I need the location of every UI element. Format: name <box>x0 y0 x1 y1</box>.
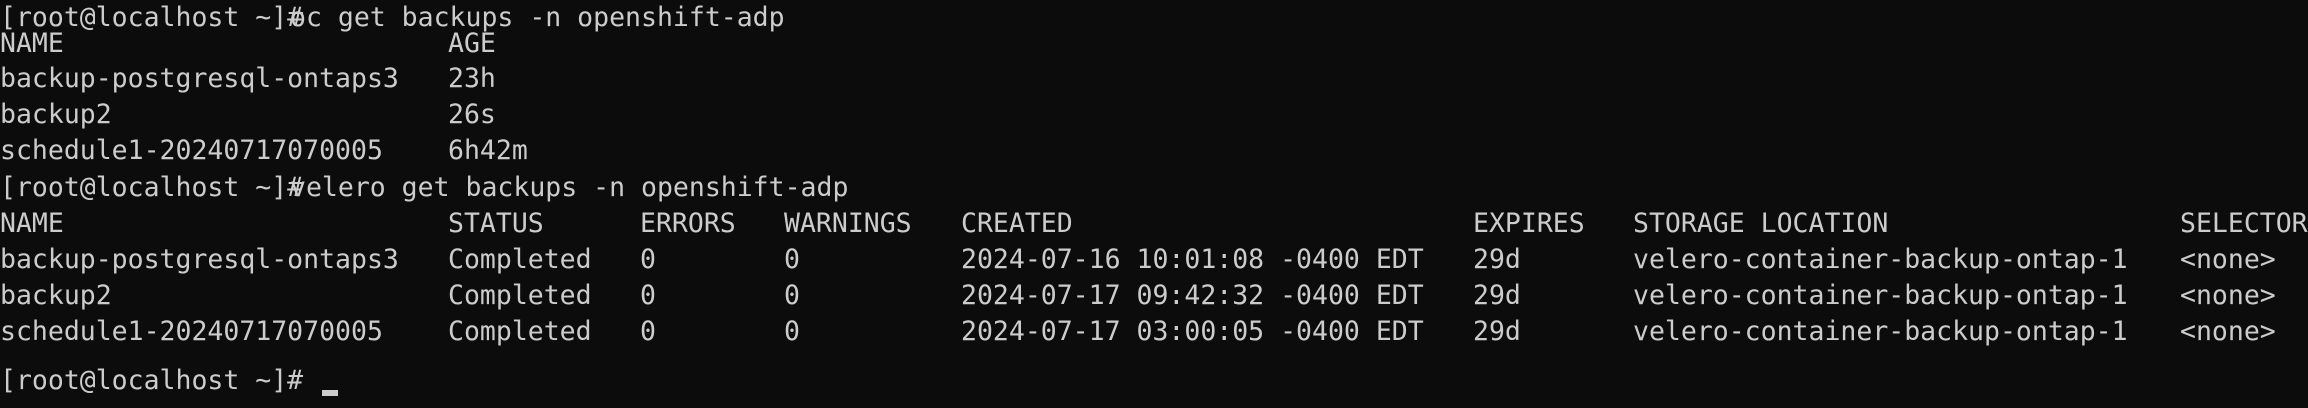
table-header-row: NAME STATUS ERRORS WARNINGS CREATED EXPI… <box>0 206 2308 242</box>
backup-age: 26s <box>448 99 496 130</box>
command-text: velero get backups -n openshift-adp <box>290 172 849 203</box>
backup-expires: 29d <box>1473 316 1521 347</box>
command-line[interactable]: [root@localhost ~]# <box>0 363 338 399</box>
terminal-window[interactable]: [root@localhost ~]# oc get backups -n op… <box>0 0 2308 408</box>
backup-selector: <none> <box>2180 280 2276 311</box>
backup-created: 2024-07-17 09:42:32 -0400 EDT <box>961 280 1424 311</box>
backup-storage-location: velero-container-backup-ontap-1 <box>1633 280 2128 311</box>
table-row: backup2 Completed 0 0 2024-07-17 09:42:3… <box>0 278 2276 314</box>
table-header-row: NAME AGE <box>0 26 496 62</box>
backup-age: 6h42m <box>448 135 528 166</box>
shell-prompt: [root@localhost ~]# <box>0 172 304 203</box>
backup-created: 2024-07-16 10:01:08 -0400 EDT <box>961 244 1424 275</box>
table-row: backup2 26s <box>0 97 496 133</box>
backup-name: schedule1-20240717070005 <box>0 135 383 166</box>
table-row: backup-postgresql-ontaps3 23h <box>0 61 496 97</box>
backup-errors: 0 <box>640 316 656 347</box>
shell-prompt: [root@localhost ~]# <box>0 365 304 396</box>
backup-name: backup-postgresql-ontaps3 <box>0 63 399 94</box>
backup-expires: 29d <box>1473 244 1521 275</box>
command-line: [root@localhost ~]# velero get backups -… <box>0 170 848 206</box>
backup-created: 2024-07-17 03:00:05 -0400 EDT <box>961 316 1424 347</box>
backup-name: backup-postgresql-ontaps3 <box>0 244 399 275</box>
backup-status: Completed <box>448 316 592 347</box>
backup-warnings: 0 <box>784 244 800 275</box>
backup-status: Completed <box>448 244 592 275</box>
backup-expires: 29d <box>1473 280 1521 311</box>
backup-errors: 0 <box>640 244 656 275</box>
backup-name: schedule1-20240717070005 <box>0 316 383 347</box>
table-row: schedule1-20240717070005 6h42m <box>0 133 528 169</box>
table-row: backup-postgresql-ontaps3 Completed 0 0 … <box>0 242 2276 278</box>
backup-warnings: 0 <box>784 280 800 311</box>
backup-name: backup2 <box>0 99 112 130</box>
column-header-errors: ERRORS <box>640 208 736 239</box>
column-header-warnings: WARNINGS <box>784 208 912 239</box>
column-header-name: NAME <box>0 28 64 59</box>
backup-errors: 0 <box>640 280 656 311</box>
backup-age: 23h <box>448 63 496 94</box>
column-header-name: NAME <box>0 208 64 239</box>
table-row: schedule1-20240717070005 Completed 0 0 2… <box>0 314 2276 350</box>
backup-selector: <none> <box>2180 316 2276 347</box>
column-header-age: AGE <box>448 28 496 59</box>
column-header-expires: EXPIRES <box>1473 208 1585 239</box>
backup-storage-location: velero-container-backup-ontap-1 <box>1633 316 2128 347</box>
column-header-storage-location: STORAGE LOCATION <box>1633 208 1889 239</box>
column-header-status: STATUS <box>448 208 544 239</box>
backup-warnings: 0 <box>784 316 800 347</box>
column-header-selector: SELECTOR <box>2180 208 2308 239</box>
command-text: oc get backups -n openshift-adp <box>290 2 785 33</box>
backup-name: backup2 <box>0 280 112 311</box>
backup-selector: <none> <box>2180 244 2276 275</box>
backup-status: Completed <box>448 280 592 311</box>
text-cursor <box>322 390 338 396</box>
column-header-created: CREATED <box>961 208 1073 239</box>
backup-storage-location: velero-container-backup-ontap-1 <box>1633 244 2128 275</box>
